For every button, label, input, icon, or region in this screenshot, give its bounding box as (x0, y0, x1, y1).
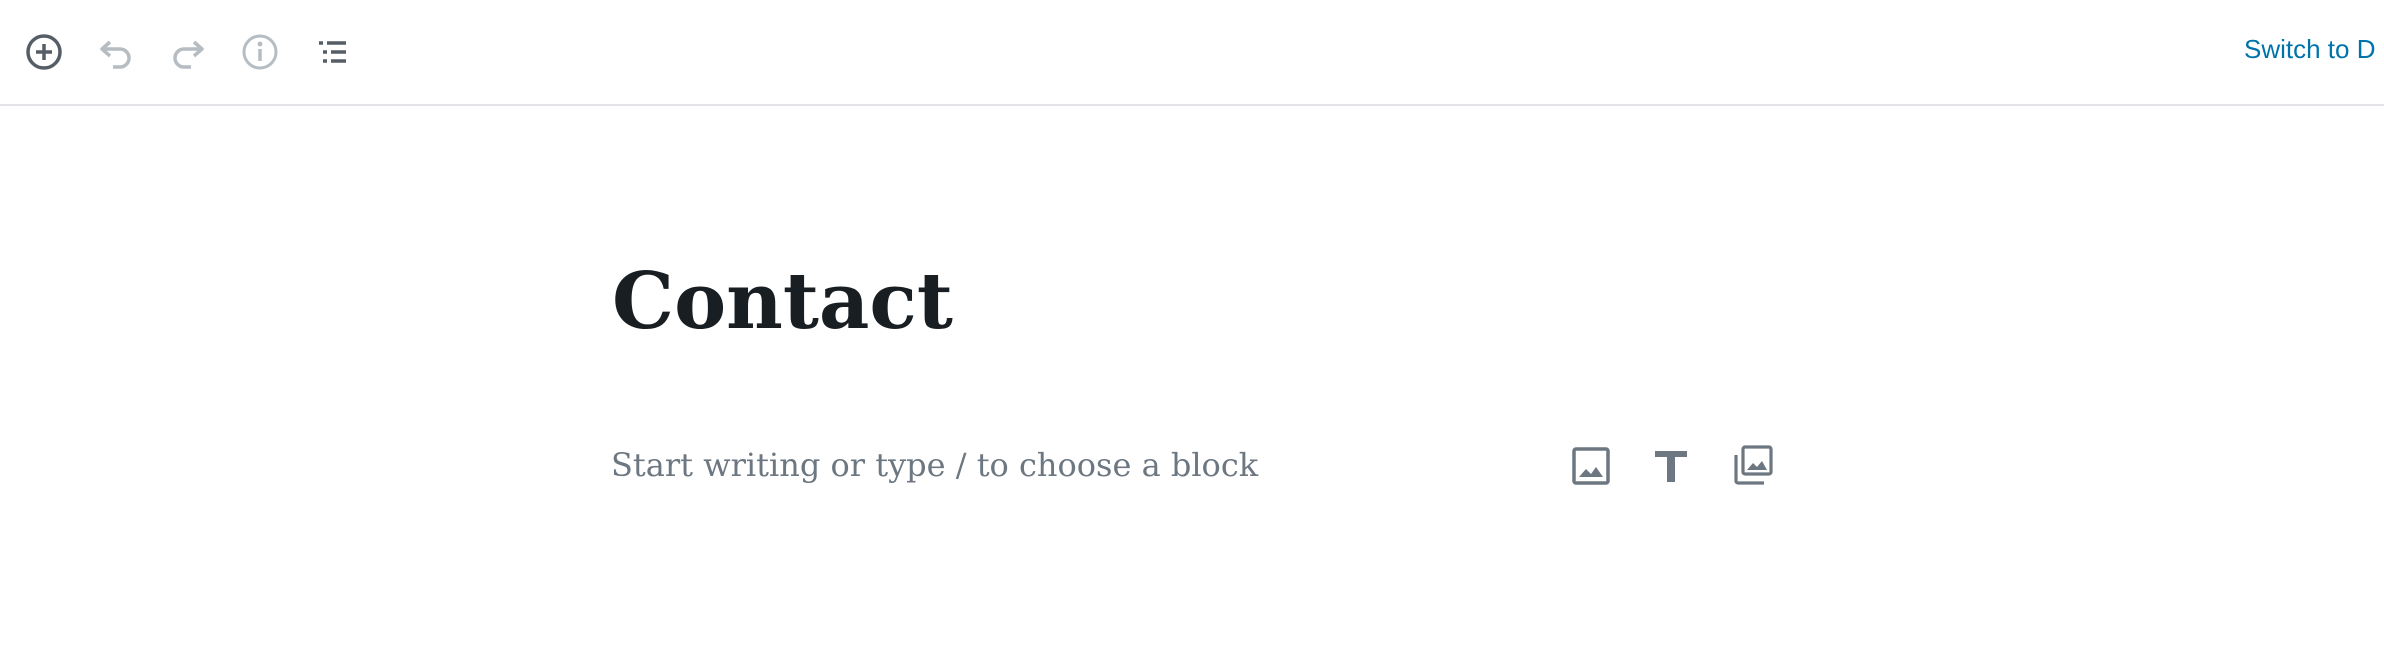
editor-header: Switch to D (0, 0, 2384, 106)
post-title[interactable]: Contact (612, 263, 953, 341)
insert-heading-button[interactable] (1643, 438, 1699, 494)
info-icon (242, 34, 278, 70)
insert-gallery-button[interactable] (1724, 438, 1780, 494)
undo-icon (100, 40, 131, 69)
editor-canvas: Contact Start writing or type / to choos… (0, 106, 2384, 660)
heading-icon (1655, 451, 1687, 482)
insert-image-button[interactable] (1563, 438, 1619, 494)
block-appender-placeholder[interactable]: Start writing or type / to choose a bloc… (611, 446, 1258, 484)
add-block-button[interactable] (14, 22, 74, 82)
redo-icon (173, 40, 204, 69)
block-navigation-icon (319, 41, 346, 63)
add-block-icon (26, 34, 62, 70)
gallery-icon (1734, 445, 1773, 485)
redo-button[interactable] (158, 22, 218, 82)
image-icon (1572, 447, 1610, 485)
undo-button[interactable] (86, 22, 146, 82)
switch-to-draft-button[interactable]: Switch to D (2244, 34, 2376, 65)
content-info-button[interactable] (230, 22, 290, 82)
block-navigation-button[interactable] (302, 22, 362, 82)
